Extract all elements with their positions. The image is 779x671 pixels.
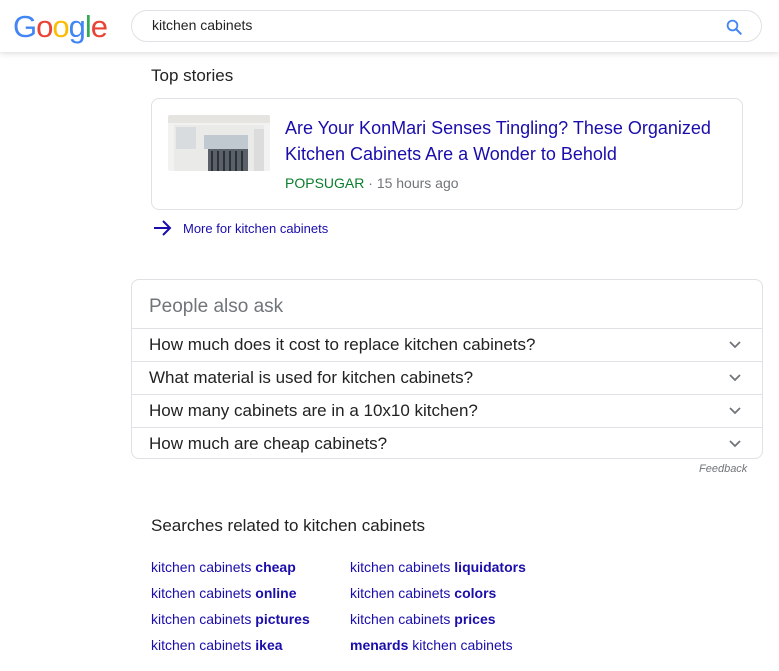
logo-letter: o [52,9,69,44]
kitchen-cabinet-image [168,115,270,171]
related-searches-heading: Searches related to kitchen cabinets [151,516,426,535]
related-bold: online [255,585,297,601]
story-time: 15 hours ago [376,175,459,191]
logo-letter: o [36,9,53,44]
related-bold: ikea [255,637,283,653]
paa-question-row[interactable]: What material is used for kitchen cabine… [132,361,762,394]
related-text: kitchen cabinets [408,637,513,653]
logo-letter: G [13,9,37,44]
related-text: kitchen cabinets [151,611,256,627]
google-logo[interactable]: Google [13,9,108,45]
related-text: kitchen cabinets [350,559,455,575]
search-icon[interactable] [725,18,743,36]
search-box [131,10,762,42]
logo-letter: e [90,9,108,44]
paa-question: How much are cheap cabinets? [149,434,388,453]
paa-question-row[interactable]: How much are cheap cabinets? [132,427,762,458]
related-search-link[interactable]: kitchen cabinets pictures [151,611,310,627]
more-stories-label: More for kitchen cabinets [183,220,329,236]
related-search-link[interactable]: kitchen cabinets prices [350,611,496,627]
paa-question-row[interactable]: How much does it cost to replace kitchen… [132,328,762,361]
chevron-down-icon[interactable] [728,338,742,352]
related-text: kitchen cabinets [151,637,256,653]
people-also-ask-panel: People also ask How much does it cost to… [131,279,763,459]
more-stories-link[interactable]: More for kitchen cabinets [153,219,328,237]
arrow-right-icon [154,220,172,236]
story-meta: POPSUGAR · 15 hours ago [285,175,459,191]
related-search-link[interactable]: kitchen cabinets colors [350,585,496,601]
related-search-link[interactable]: kitchen cabinets liquidators [350,559,526,575]
story-card[interactable]: Are Your KonMari Senses Tingling? These … [151,98,743,210]
search-input[interactable] [152,17,702,33]
people-also-ask-heading: People also ask [149,296,284,317]
related-bold: menards [350,637,409,653]
related-text: kitchen cabinets [151,559,256,575]
related-bold: pictures [255,611,310,627]
chevron-down-icon[interactable] [728,437,742,451]
related-search-link[interactable]: kitchen cabinets ikea [151,637,283,653]
related-search-link[interactable]: kitchen cabinets cheap [151,559,296,575]
feedback-link[interactable]: Feedback [699,463,747,475]
related-bold: liquidators [454,559,526,575]
related-text: kitchen cabinets [350,611,455,627]
paa-question-row[interactable]: How many cabinets are in a 10x10 kitchen… [132,394,762,427]
story-thumbnail[interactable] [168,115,270,171]
related-search-link[interactable]: menards kitchen cabinets [350,637,513,653]
related-search-link[interactable]: kitchen cabinets online [151,585,297,601]
top-stories-heading: Top stories [151,66,234,85]
related-bold: prices [454,611,496,627]
related-text: kitchen cabinets [151,585,256,601]
related-bold: cheap [255,559,296,575]
related-text: kitchen cabinets [350,585,455,601]
related-bold: colors [454,585,497,601]
paa-question: How many cabinets are in a 10x10 kitchen… [149,401,478,420]
logo-letter: g [68,9,86,44]
chevron-down-icon[interactable] [728,371,742,385]
chevron-down-icon[interactable] [728,404,742,418]
paa-question: How much does it cost to replace kitchen… [149,335,536,354]
header-bar: Google [0,0,779,52]
story-headline-link[interactable]: Are Your KonMari Senses Tingling? These … [285,115,725,167]
story-source: POPSUGAR [285,175,365,191]
paa-question: What material is used for kitchen cabine… [149,368,474,387]
story-separator: · [364,175,377,191]
